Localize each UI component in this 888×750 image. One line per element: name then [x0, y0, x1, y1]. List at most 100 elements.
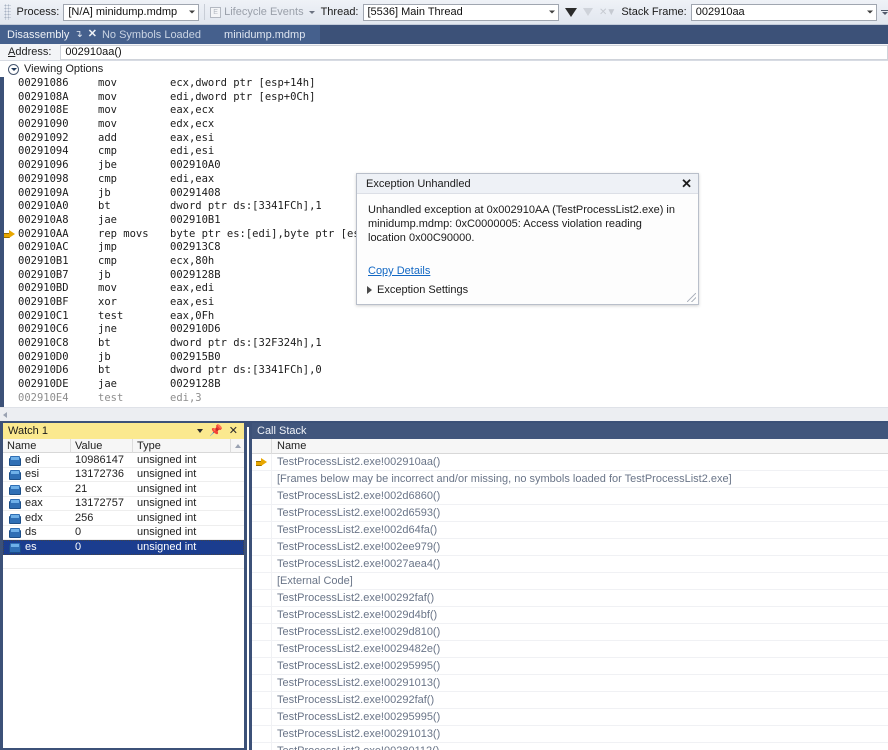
call-stack-row[interactable]: TestProcessList2.exe!0029482e(): [252, 640, 888, 658]
watch-row-value[interactable]: 21: [71, 482, 133, 497]
disassembly-line[interactable]: 002910E4 test edi,3: [0, 392, 888, 406]
disassembly-line[interactable]: 002910DE jae 0029128B: [0, 378, 888, 392]
address-input[interactable]: 002910aa(): [60, 44, 888, 60]
call-stack-row[interactable]: TestProcessList2.exe!00292faf(): [252, 589, 888, 607]
watch-row[interactable]: edx 256 unsigned int: [3, 511, 244, 526]
call-stack-row[interactable]: TestProcessList2.exe!00291013(): [252, 725, 888, 743]
call-stack-row-gutter: [252, 572, 272, 590]
call-stack-row[interactable]: TestProcessList2.exe!00295995(): [252, 657, 888, 675]
disassembly-line[interactable]: 00291094 cmp edi,esi: [0, 145, 888, 159]
exception-settings-expander[interactable]: Exception Settings: [367, 284, 468, 296]
disassembly-line[interactable]: 00291090 mov edx,ecx: [0, 118, 888, 132]
disassembly-operands: 002915B0: [170, 350, 221, 363]
stack-frame-dropdown[interactable]: 002910aa: [690, 3, 877, 21]
watch-panel-titlebar[interactable]: Watch 1 📌 ✕: [3, 423, 244, 439]
call-stack-row[interactable]: TestProcessList2.exe!00291013(): [252, 674, 888, 692]
watch-row-value[interactable]: 10986147: [71, 453, 133, 468]
watch-row-value[interactable]: 0: [71, 525, 133, 540]
call-stack-column-header-name[interactable]: Name: [272, 440, 306, 452]
disassembly-line[interactable]: 002910C6 jne 002910D6: [0, 323, 888, 337]
disassembly-operands: 0029128B: [170, 378, 221, 391]
call-stack-row[interactable]: TestProcessList2.exe!00280112(): [252, 742, 888, 750]
disassembly-line[interactable]: 002910D0 jb 002915B0: [0, 351, 888, 365]
watch-row[interactable]: eax 13172757 unsigned int: [3, 496, 244, 511]
watch-row-value[interactable]: 0: [71, 540, 133, 555]
call-stack-row[interactable]: TestProcessList2.exe!002910aa(): [252, 453, 888, 471]
watch-row[interactable]: ds 0 unsigned int: [3, 525, 244, 540]
close-icon[interactable]: ✕: [681, 177, 692, 190]
call-stack-row[interactable]: TestProcessList2.exe!0029d4bf(): [252, 606, 888, 624]
call-stack-grid[interactable]: Name TestProcessList2.exe!002910aa() [Fra…: [252, 439, 888, 750]
thread-dropdown[interactable]: [5536] Main Thread: [362, 3, 560, 21]
disassembly-address: 002910D6: [18, 364, 69, 377]
viewing-options-bar[interactable]: Viewing Options: [0, 61, 888, 77]
disassembly-address: 002910B7: [18, 268, 69, 281]
watch-row-name[interactable]: edi: [3, 453, 71, 468]
watch-new-item-row[interactable]: [3, 555, 244, 569]
call-stack-row-list: TestProcessList2.exe!002910aa() [Frames b…: [252, 453, 888, 750]
disassembly-line[interactable]: 00291096 jbe 002910A0: [0, 159, 888, 173]
watch-column-header-value[interactable]: Value: [71, 439, 133, 453]
variable-cube-icon: [9, 484, 21, 495]
tab-disassembly[interactable]: Disassembly ↴ ✕ No Symbols Loaded minidu…: [0, 25, 320, 44]
watch-row-name[interactable]: esi: [3, 467, 71, 482]
watch-row-name[interactable]: es: [3, 540, 71, 555]
call-stack-row[interactable]: [External Code]: [252, 572, 888, 590]
watch-row[interactable]: esi 13172736 unsigned int: [3, 467, 244, 482]
disassembly-horizontal-scrollbar[interactable]: [0, 407, 888, 421]
watch-grid[interactable]: Name Value Type edi 10986147 unsigned int e…: [3, 439, 244, 748]
toolbar-overflow-button[interactable]: [881, 9, 888, 15]
toolbar-grip-handle[interactable]: [4, 4, 11, 20]
disassembly-line-gutter[interactable]: [0, 229, 18, 239]
watch-row-name[interactable]: ecx: [3, 482, 71, 497]
call-stack-row[interactable]: TestProcessList2.exe!002d6593(): [252, 504, 888, 522]
call-stack-row[interactable]: TestProcessList2.exe!002ee979(): [252, 538, 888, 556]
call-stack-row[interactable]: TestProcessList2.exe!00292faf(): [252, 691, 888, 709]
resize-grip-icon[interactable]: [687, 293, 696, 302]
disassembly-line[interactable]: 002910C1 test eax,0Fh: [0, 310, 888, 324]
exception-unhandled-dialog[interactable]: Exception Unhandled ✕ Unhandled exceptio…: [356, 173, 699, 305]
watch-row-type: unsigned int: [137, 453, 197, 466]
call-stack-row[interactable]: TestProcessList2.exe!00295995(): [252, 708, 888, 726]
chevron-down-icon[interactable]: [197, 429, 204, 433]
disassembly-line[interactable]: 0029108E mov eax,ecx: [0, 104, 888, 118]
process-dropdown[interactable]: [N/A] minidump.mdmp: [63, 3, 200, 21]
disassembly-line[interactable]: 002910C8 bt dword ptr ds:[32F324h],1: [0, 337, 888, 351]
call-stack-row[interactable]: TestProcessList2.exe!0027aea4(): [252, 555, 888, 573]
variable-cube-icon: [9, 470, 21, 480]
call-stack-row[interactable]: TestProcessList2.exe!0029d810(): [252, 623, 888, 641]
watch-row[interactable]: es 0 unsigned int: [3, 540, 244, 555]
watch-column-header-type[interactable]: Type: [133, 439, 231, 453]
watch-row-type: unsigned int: [137, 482, 197, 495]
copy-details-link[interactable]: Copy Details: [368, 265, 430, 277]
call-stack-row[interactable]: TestProcessList2.exe!002d64fa(): [252, 521, 888, 539]
disassembly-hscroll-track[interactable]: [6, 408, 888, 422]
scroll-up-icon[interactable]: [231, 443, 244, 448]
pin-icon[interactable]: ↴: [74, 29, 82, 40]
call-stack-row[interactable]: [Frames below may be incorrect and/or mi…: [252, 470, 888, 488]
pin-icon[interactable]: 📌: [209, 425, 223, 437]
close-icon[interactable]: ✕: [88, 29, 97, 40]
filter-funnel-icon[interactable]: [565, 7, 578, 17]
watch-panel: Watch 1 📌 ✕ Name Value Type edi 10986147 u…: [0, 423, 247, 750]
call-stack-panel-titlebar[interactable]: Call Stack: [252, 423, 888, 439]
disassembly-line[interactable]: 00291086 mov ecx,dword ptr [esp+14h]: [0, 77, 888, 91]
call-stack-row[interactable]: TestProcessList2.exe!002d6860(): [252, 487, 888, 505]
watch-row-name-text: es: [25, 540, 37, 553]
chevron-down-icon[interactable]: [8, 63, 19, 75]
lifecycle-events-button[interactable]: E Lifecycle Events: [210, 6, 315, 18]
disassembly-line[interactable]: 002910D6 bt dword ptr ds:[3341FCh],0: [0, 364, 888, 378]
disassembly-line[interactable]: 0029108A mov edi,dword ptr [esp+0Ch]: [0, 91, 888, 105]
watch-row[interactable]: edi 10986147 unsigned int: [3, 453, 244, 468]
close-icon[interactable]: ✕: [229, 425, 238, 437]
watch-row-type: unsigned int: [137, 497, 197, 510]
watch-column-header-name[interactable]: Name: [3, 439, 71, 453]
watch-row-value[interactable]: 13172736: [71, 467, 133, 482]
watch-row-value[interactable]: 13172757: [71, 496, 133, 511]
watch-row-value[interactable]: 256: [71, 511, 133, 526]
watch-row-name[interactable]: edx: [3, 511, 71, 526]
watch-row-name[interactable]: ds: [3, 525, 71, 540]
disassembly-line[interactable]: 00291092 add eax,esi: [0, 132, 888, 146]
watch-row-name[interactable]: eax: [3, 496, 71, 511]
watch-row[interactable]: ecx 21 unsigned int: [3, 482, 244, 497]
